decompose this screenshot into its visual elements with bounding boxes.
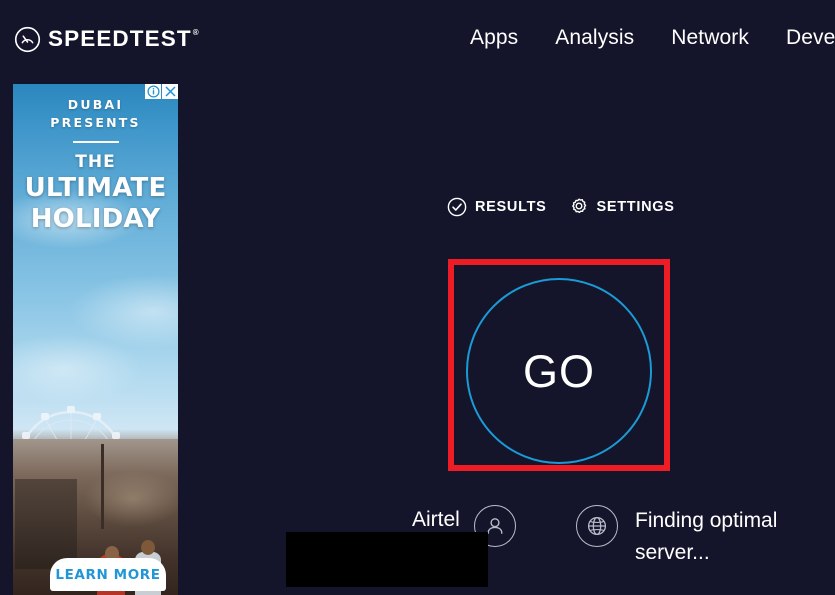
go-button[interactable]: GO <box>466 278 652 464</box>
main-navigation: Apps Analysis Network Develo <box>470 24 835 52</box>
ad-line-holiday: HOLIDAY <box>30 204 161 234</box>
adchoices-info-icon[interactable] <box>145 84 161 99</box>
ad-learn-more-button[interactable]: LEARN MORE <box>50 558 166 591</box>
gear-icon <box>569 197 589 217</box>
ad-line-presents: PRESENTS <box>50 115 141 130</box>
ad-building-decoration <box>15 479 77 569</box>
server-info: Finding optimal server... <box>576 505 810 569</box>
ad-headline: DUBAI PRESENTS THE ULTIMATE HOLIDAY <box>13 96 178 235</box>
ad-line-the: THE <box>75 152 116 172</box>
test-toolbar: RESULTS SETTINGS <box>447 197 675 217</box>
adchoices-controls <box>145 84 178 99</box>
nav-item-analysis[interactable]: Analysis <box>555 24 634 52</box>
go-button-label: GO <box>522 345 595 397</box>
adchoices-close-icon[interactable] <box>162 84 178 99</box>
logo-text-label: SPEEDTEST <box>48 26 192 52</box>
nav-item-developers[interactable]: Develo <box>786 24 835 52</box>
redacted-ip-address <box>286 532 488 587</box>
settings-label: SETTINGS <box>596 199 675 215</box>
nav-item-apps[interactable]: Apps <box>470 24 518 52</box>
speedometer-icon <box>14 26 41 53</box>
advertisement-banner[interactable]: DUBAI PRESENTS THE ULTIMATE HOLIDAY LEAR… <box>13 84 178 595</box>
server-status-text: Finding optimal server... <box>635 509 778 564</box>
globe-icon[interactable] <box>576 505 618 547</box>
logo-trademark: ® <box>192 28 199 38</box>
ad-lamppost-decoration <box>101 444 104 529</box>
speedtest-page: SPEEDTEST ® Apps Analysis Network Develo <box>0 0 835 595</box>
settings-button[interactable]: SETTINGS <box>569 197 675 217</box>
check-circle-icon <box>447 197 467 217</box>
speedtest-logo[interactable]: SPEEDTEST ® <box>14 26 199 53</box>
results-button[interactable]: RESULTS <box>447 197 547 217</box>
site-header: SPEEDTEST ® Apps Analysis Network Develo <box>0 0 835 80</box>
ad-line-ultimate: ULTIMATE <box>24 173 167 203</box>
results-label: RESULTS <box>475 199 547 215</box>
ad-divider <box>72 141 119 143</box>
logo-wordmark: SPEEDTEST ® <box>48 26 199 52</box>
ad-person-man-head <box>141 540 155 555</box>
ad-learn-more-label: LEARN MORE <box>55 566 161 583</box>
isp-name: Airtel <box>412 508 460 531</box>
nav-item-network[interactable]: Network <box>671 24 749 52</box>
